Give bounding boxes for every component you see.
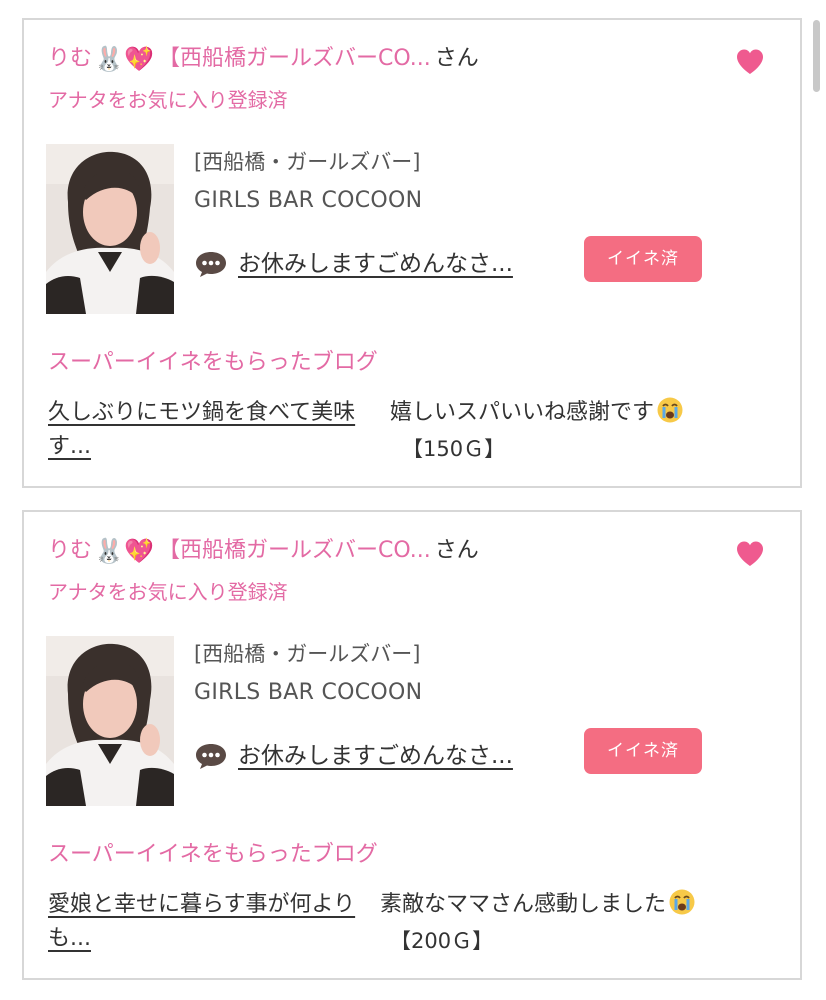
notification-card[interactable]: りむ 🐰 💖 【西船橋ガールズバーCO... さん アナタをお気に入り登録済 […: [22, 510, 802, 980]
notification-card[interactable]: りむ 🐰 💖 【西船橋ガールズバーCO... さん アナタをお気に入り登録済 […: [22, 18, 802, 488]
page: りむ 🐰 💖 【西船橋ガールズバーCO... さん アナタをお気に入り登録済 […: [0, 0, 826, 1000]
scrollbar[interactable]: [813, 20, 820, 92]
favorite-status: アナタをお気に入り登録済: [48, 88, 288, 112]
comment-body: 嬉しいスパいいね感謝です: [390, 400, 655, 425]
comment-body: 素敵なママさん感動しました: [380, 892, 667, 917]
post-row: お休みしますごめんなさ...: [194, 740, 513, 772]
super-iine-label: スーパーイイネをもらったブログ: [48, 842, 378, 867]
honorific: さん: [434, 538, 479, 563]
blog-title-link[interactable]: 愛娘と幸せに暮らす事が何よりも...: [48, 888, 382, 956]
heart-icon[interactable]: [734, 46, 766, 78]
rabbit-emoji: 🐰: [94, 537, 124, 565]
comment-text: 嬉しいスパいいね感謝です: [390, 396, 684, 430]
cast-photo[interactable]: [46, 636, 174, 806]
comment-text: 素敵なママさん感動しました: [380, 888, 696, 922]
post-title-link[interactable]: お休みしますごめんなさ...: [238, 248, 513, 280]
liked-badge-button[interactable]: イイネ済: [584, 236, 702, 282]
rabbit-emoji: 🐰: [94, 45, 124, 73]
super-iine-label: スーパーイイネをもらったブログ: [48, 350, 378, 375]
favorite-status: アナタをお気に入り登録済: [48, 580, 288, 604]
cast-shop-label[interactable]: 【西船橋ガールズバーCO...: [158, 44, 431, 74]
shop-name[interactable]: GIRLS BAR COCOON: [194, 186, 422, 216]
shop-category: [西船橋・ガールズバー]: [194, 642, 421, 666]
shop-name[interactable]: GIRLS BAR COCOON: [194, 678, 422, 708]
points-value: 【200Ｇ】: [390, 929, 494, 953]
honorific: さん: [434, 46, 479, 71]
speech-bubble-icon: [196, 252, 226, 277]
cast-name-link[interactable]: りむ: [48, 536, 92, 566]
heart-icon[interactable]: [734, 538, 766, 570]
crying-face-emoji: [668, 888, 696, 916]
cast-shop-label[interactable]: 【西船橋ガールズバーCO...: [158, 536, 431, 566]
crying-face-emoji: [656, 396, 684, 424]
shop-category: [西船橋・ガールズバー]: [194, 150, 421, 174]
post-title-link[interactable]: お休みしますごめんなさ...: [238, 740, 513, 772]
speech-bubble-icon: [196, 744, 226, 769]
cast-name-link[interactable]: りむ: [48, 44, 92, 74]
card-header: りむ 🐰 💖 【西船橋ガールズバーCO... さん: [48, 44, 479, 74]
card-header: りむ 🐰 💖 【西船橋ガールズバーCO... さん: [48, 536, 479, 566]
post-row: お休みしますごめんなさ...: [194, 248, 513, 280]
sparkling-heart-emoji: 💖: [124, 45, 154, 73]
cast-photo[interactable]: [46, 144, 174, 314]
blog-title-link[interactable]: 久しぶりにモツ鍋を食べて美味す...: [48, 396, 382, 464]
points-value: 【150Ｇ】: [402, 437, 506, 461]
sparkling-heart-emoji: 💖: [124, 537, 154, 565]
liked-badge-button[interactable]: イイネ済: [584, 728, 702, 774]
